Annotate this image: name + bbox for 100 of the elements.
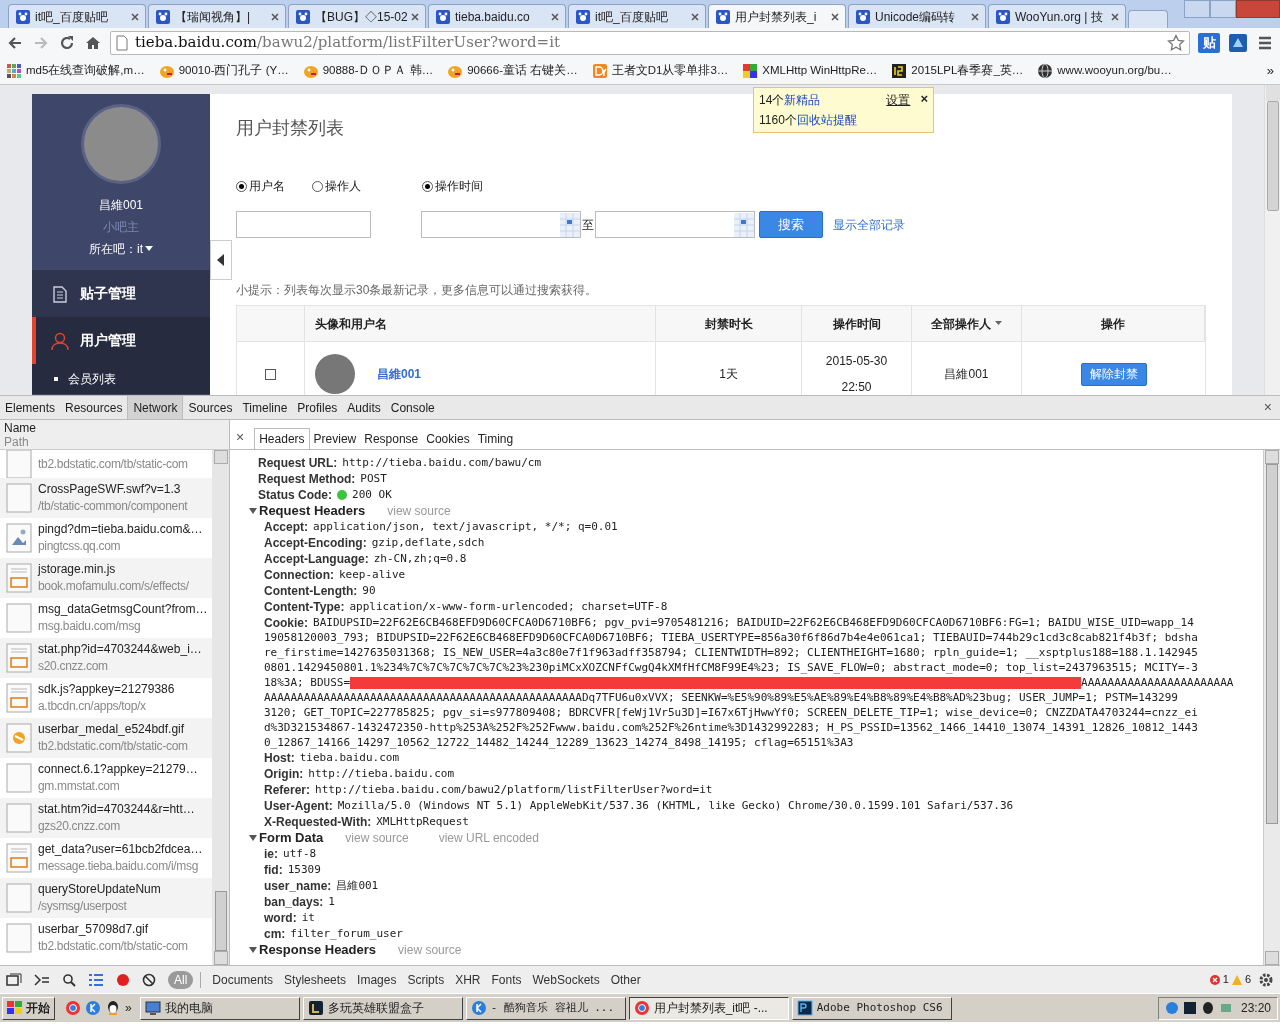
browser-tab[interactable]: WooYun.org | 技 [988, 4, 1126, 28]
filter-button[interactable]: Documents [208, 970, 278, 989]
filter-button[interactable]: Fonts [487, 970, 526, 989]
radio-button[interactable] [422, 180, 433, 192]
close-tab-icon[interactable] [1111, 12, 1119, 21]
extension-button[interactable]: 贴 [1198, 32, 1220, 53]
close-tab-icon[interactable] [411, 12, 419, 21]
taskbar-button[interactable]: 用户封禁列表_it吧 -... [628, 996, 789, 1020]
filter-button[interactable]: XHR [451, 970, 485, 989]
bookmark-item[interactable]: md5在线查询破解,m… [6, 61, 145, 80]
settings-link[interactable]: 设置 [886, 91, 911, 109]
penguin-icon[interactable] [1200, 1001, 1215, 1015]
username-input-field[interactable] [236, 211, 371, 238]
radio-option[interactable]: 用户名 [236, 177, 312, 195]
close-tab-icon[interactable] [971, 12, 979, 21]
sidebar-subitem[interactable]: 会员列表 [32, 364, 210, 394]
radio-option[interactable]: 操作人 [312, 177, 422, 195]
list-icon[interactable] [88, 972, 104, 987]
close-tab-icon[interactable] [551, 12, 559, 21]
filter-button[interactable]: Other [606, 970, 645, 989]
date-input-field[interactable] [421, 211, 581, 238]
date-input-field[interactable] [595, 211, 755, 238]
browser-tab[interactable]: it吧_百度贴吧 [8, 4, 146, 28]
close-tab-icon[interactable] [271, 12, 279, 21]
close-detail-button[interactable]: × [236, 426, 245, 448]
tray-icon[interactable] [1182, 1001, 1197, 1015]
start-button[interactable]: 开始 [2, 996, 55, 1020]
close-devtools-button[interactable]: × [1263, 397, 1272, 418]
radio-button[interactable] [236, 180, 247, 192]
penguin-icon[interactable] [105, 1000, 121, 1016]
search-button[interactable]: 搜索 [759, 211, 823, 238]
bookmark-item[interactable]: 2015LPL春季赛_英… [891, 61, 1024, 80]
notification-link[interactable]: 新精品 [784, 91, 821, 109]
devtools-tab[interactable]: Timeline [237, 396, 293, 419]
bookmark-item[interactable]: 90666-童话 右键关… [447, 61, 578, 80]
detail-tab[interactable]: Response [360, 428, 423, 449]
settings-icon[interactable] [1258, 971, 1274, 988]
bookmark-item[interactable]: 90888-ＤＯＰＡ 韩… [302, 61, 434, 80]
request-row[interactable]: jstorage.min.js book.mofamulu.com/s/effects/ [0, 558, 213, 598]
detail-tab[interactable]: Headers [254, 428, 310, 449]
radio-option[interactable]: 操作时间 [422, 177, 483, 195]
sidebar-item[interactable]: 用户管理 [32, 317, 210, 364]
more-quicklaunch-button[interactable]: » [125, 999, 132, 1017]
dropdown-caret-icon[interactable] [145, 246, 153, 252]
browser-tab[interactable]: it吧_百度贴吧 [568, 4, 706, 28]
request-row[interactable]: CrossPageSWF.swf?v=1.3 /tb/static-common/component [0, 478, 213, 518]
request-row[interactable]: stat.htm?id=4703244&r=htt… gzs20.cnzz.com [0, 798, 213, 838]
browser-tab[interactable]: Unicode编码转 [848, 4, 986, 28]
calendar-icon[interactable] [560, 212, 580, 237]
show-all-link[interactable]: 显示全部记录 [833, 215, 905, 234]
dock-icon[interactable] [6, 972, 22, 987]
detail-tab[interactable]: Timing [473, 428, 518, 449]
column-header[interactable]: 全部操作人 [912, 306, 1022, 341]
request-row[interactable]: stat.php?id=4703244&web_i… s20.cnzz.com [0, 638, 213, 678]
disclosure-triangle-icon[interactable] [248, 506, 258, 516]
request-row[interactable]: queryStoreUpdateNum /sysmsg/userpost [0, 878, 213, 918]
devtools-tab[interactable]: Audits [342, 396, 386, 419]
filter-button[interactable]: Stylesheets [280, 970, 351, 989]
music-app-icon[interactable] [85, 1000, 101, 1016]
request-row[interactable]: userbar_medal_e524bdf.gif tb2.bdstatic.com/tb/static-com [0, 718, 213, 758]
bookmark-item[interactable]: 王者文D1从零单排3… [591, 61, 729, 80]
bookmark-item[interactable]: www.wooyun.org/bu… [1037, 61, 1172, 80]
bookmark-item[interactable]: 90010-西门孔子 (Y… [158, 61, 289, 80]
detail-tab[interactable]: Cookies [422, 428, 474, 449]
unban-button[interactable]: 解除封禁 [1080, 362, 1147, 386]
browser-icon[interactable] [65, 1000, 81, 1016]
devtools-tab[interactable]: Sources [183, 396, 238, 419]
devtools-tab[interactable]: Resources [60, 396, 128, 419]
devtools-tab[interactable]: Profiles [292, 396, 343, 419]
taskbar-button[interactable]: 我的电脑 [139, 996, 300, 1020]
username-link[interactable]: 昌維001 [377, 365, 422, 383]
taskbar-button[interactable]: 多玩英雄联盟盒子 [302, 996, 463, 1020]
more-bookmarks-button[interactable]: » [1266, 60, 1274, 81]
devtools-tab[interactable]: Console [385, 396, 440, 419]
close-button[interactable]: × [920, 91, 928, 107]
close-tab-icon[interactable] [691, 12, 699, 21]
sidebar-item[interactable]: 贴子管理 [32, 270, 210, 317]
taskbar-button[interactable]: Adobe Photoshop CS6 [791, 996, 952, 1020]
column-header[interactable]: Name [4, 420, 229, 435]
taskbar-button[interactable]: - 酷狗音乐 容祖儿 ... [465, 996, 626, 1020]
disclosure-triangle-icon[interactable] [248, 833, 258, 843]
clear-icon[interactable] [142, 972, 156, 987]
close-tab-icon[interactable] [831, 12, 839, 21]
record-icon[interactable] [116, 972, 130, 987]
notification-link[interactable]: 回收站提醒 [796, 111, 857, 129]
browser-tab[interactable]: 【瑞闻视角】| [148, 4, 286, 28]
devtools-tab[interactable]: Network [127, 396, 184, 419]
checkbox[interactable] [265, 368, 276, 380]
filter-button[interactable]: WebSockets [528, 970, 604, 989]
console-icon[interactable] [34, 972, 50, 987]
address-bar[interactable]: tieba.baidu.com/bawu2/platform/listFilterUser?word=it [110, 30, 1190, 55]
browser-tab[interactable]: tieba.baidu.co [428, 4, 566, 28]
browser-tab[interactable]: 用户封禁列表_i [708, 4, 846, 28]
reload-icon[interactable] [58, 33, 76, 52]
detail-tab[interactable]: Preview [309, 428, 361, 449]
browser-tab[interactable]: 【BUG】◇15-02 [288, 4, 426, 28]
calendar-icon[interactable] [734, 212, 754, 237]
collapse-button[interactable] [210, 240, 232, 280]
filter-button[interactable]: Images [353, 970, 401, 989]
star-icon[interactable] [1167, 33, 1185, 52]
